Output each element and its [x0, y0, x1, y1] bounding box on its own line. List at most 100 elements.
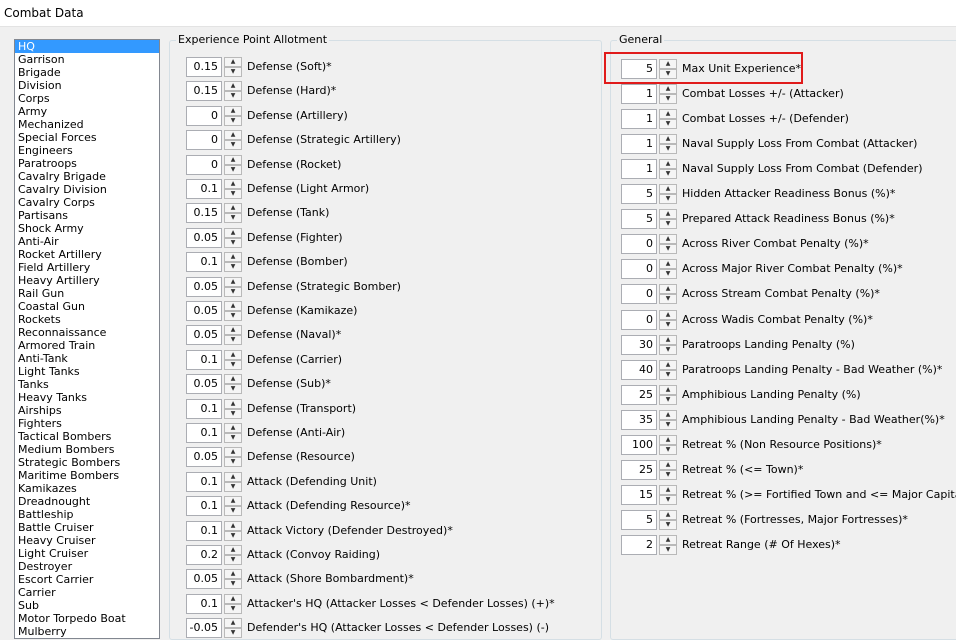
unit-list-item[interactable]: Cavalry Corps [15, 196, 159, 209]
general-value-input[interactable]: 5 [621, 509, 657, 530]
caret-up-icon[interactable]: ▲ [224, 325, 242, 336]
general-value-input[interactable]: 5 [621, 184, 657, 205]
caret-up-icon[interactable]: ▲ [659, 84, 677, 95]
general-value-input[interactable]: 25 [621, 459, 657, 480]
caret-down-icon[interactable]: ▼ [659, 194, 677, 205]
unit-list-item[interactable]: Coastal Gun [15, 300, 159, 313]
caret-up-icon[interactable]: ▲ [224, 252, 242, 263]
unit-list-item[interactable]: Anti-Air [15, 235, 159, 248]
unit-list-item[interactable]: Brigade [15, 66, 159, 79]
general-value-input[interactable]: 1 [621, 109, 657, 130]
experience-value-input[interactable]: 0.1 [186, 179, 222, 199]
caret-up-icon[interactable]: ▲ [659, 159, 677, 170]
unit-list-item[interactable]: Light Tanks [15, 365, 159, 378]
caret-up-icon[interactable]: ▲ [224, 179, 242, 189]
unit-list-item[interactable]: Sub [15, 599, 159, 612]
caret-down-icon[interactable]: ▼ [659, 94, 677, 105]
unit-list-item[interactable]: Maritime Bombers [15, 469, 159, 482]
caret-up-icon[interactable]: ▲ [659, 209, 677, 220]
experience-value-input[interactable]: 0.15 [186, 203, 222, 224]
caret-up-icon[interactable]: ▲ [659, 509, 677, 520]
caret-up-icon[interactable]: ▲ [659, 459, 677, 470]
experience-value-input[interactable]: 0.1 [186, 349, 222, 370]
caret-down-icon[interactable]: ▼ [659, 469, 677, 480]
general-value-input[interactable]: 0 [621, 284, 657, 305]
experience-value-input[interactable]: 0 [186, 130, 222, 151]
caret-down-icon[interactable]: ▼ [659, 344, 677, 355]
unit-list-item[interactable]: Carrier [15, 586, 159, 599]
caret-down-icon[interactable]: ▼ [659, 369, 677, 380]
general-value-input[interactable]: 30 [621, 334, 657, 355]
unit-list-item[interactable]: Battleship [15, 508, 159, 521]
unit-list-item[interactable]: Division [15, 79, 159, 92]
caret-up-icon[interactable]: ▲ [659, 309, 677, 320]
caret-up-icon[interactable]: ▲ [659, 484, 677, 495]
caret-down-icon[interactable]: ▼ [659, 494, 677, 505]
unit-list-item[interactable]: Partisans [15, 209, 159, 222]
general-value-input[interactable]: 1 [621, 84, 657, 105]
caret-up-icon[interactable]: ▲ [224, 57, 242, 67]
caret-up-icon[interactable]: ▲ [224, 423, 242, 433]
general-value-input[interactable]: 1 [621, 134, 657, 155]
caret-up-icon[interactable]: ▲ [659, 234, 677, 245]
caret-up-icon[interactable]: ▲ [224, 447, 242, 458]
unit-list-item[interactable]: Garrison [15, 53, 159, 66]
caret-down-icon[interactable]: ▼ [224, 286, 242, 297]
caret-down-icon[interactable]: ▼ [224, 140, 242, 151]
caret-up-icon[interactable]: ▲ [659, 409, 677, 420]
caret-down-icon[interactable]: ▼ [224, 408, 242, 419]
general-value-input[interactable]: 40 [621, 359, 657, 380]
experience-value-input[interactable]: 0.15 [186, 57, 222, 77]
general-value-input[interactable]: 5 [621, 59, 657, 79]
caret-down-icon[interactable]: ▼ [224, 115, 242, 126]
caret-down-icon[interactable]: ▼ [224, 433, 242, 443]
caret-up-icon[interactable]: ▲ [224, 81, 242, 92]
unit-list-item[interactable]: Paratroops [15, 157, 159, 170]
caret-up-icon[interactable]: ▲ [659, 109, 677, 120]
caret-down-icon[interactable]: ▼ [659, 519, 677, 530]
experience-value-input[interactable]: -0.05 [186, 618, 222, 639]
experience-value-input[interactable]: 0 [186, 154, 222, 175]
general-value-input[interactable]: 35 [621, 409, 657, 430]
unit-list-item[interactable]: Rail Gun [15, 287, 159, 300]
caret-up-icon[interactable]: ▲ [659, 434, 677, 445]
experience-value-input[interactable]: 0.1 [186, 496, 222, 517]
experience-value-input[interactable]: 0.15 [186, 81, 222, 102]
caret-up-icon[interactable]: ▲ [659, 284, 677, 295]
experience-value-input[interactable]: 0.1 [186, 471, 222, 492]
caret-down-icon[interactable]: ▼ [224, 555, 242, 565]
unit-list-item[interactable]: Destroyer [15, 560, 159, 573]
unit-list-item[interactable]: Engineers [15, 144, 159, 157]
caret-down-icon[interactable]: ▼ [659, 394, 677, 405]
experience-value-input[interactable]: 0 [186, 105, 222, 126]
caret-down-icon[interactable]: ▼ [224, 311, 242, 321]
unit-list-item[interactable]: Tactical Bombers [15, 430, 159, 443]
caret-up-icon[interactable]: ▲ [224, 374, 242, 385]
experience-value-input[interactable]: 0.1 [186, 398, 222, 419]
caret-down-icon[interactable]: ▼ [224, 579, 242, 590]
caret-up-icon[interactable]: ▲ [659, 59, 677, 69]
caret-up-icon[interactable]: ▲ [224, 276, 242, 287]
caret-up-icon[interactable]: ▲ [224, 398, 242, 409]
experience-value-input[interactable]: 0.05 [186, 301, 222, 321]
caret-up-icon[interactable]: ▲ [224, 545, 242, 555]
caret-up-icon[interactable]: ▲ [224, 618, 242, 629]
caret-up-icon[interactable]: ▲ [659, 334, 677, 345]
general-value-input[interactable]: 1 [621, 159, 657, 180]
caret-up-icon[interactable]: ▲ [659, 184, 677, 195]
general-value-input[interactable]: 25 [621, 384, 657, 405]
caret-down-icon[interactable]: ▼ [659, 144, 677, 155]
unit-list-item[interactable]: Cavalry Brigade [15, 170, 159, 183]
caret-down-icon[interactable]: ▼ [224, 164, 242, 175]
caret-down-icon[interactable]: ▼ [659, 269, 677, 280]
caret-down-icon[interactable]: ▼ [224, 603, 242, 614]
caret-up-icon[interactable]: ▲ [659, 359, 677, 370]
caret-up-icon[interactable]: ▲ [224, 130, 242, 141]
caret-up-icon[interactable]: ▲ [659, 134, 677, 145]
unit-list-item[interactable]: Medium Bombers [15, 443, 159, 456]
unit-list-item[interactable]: Motor Torpedo Boat [15, 612, 159, 625]
caret-up-icon[interactable]: ▲ [224, 105, 242, 116]
unit-list-item[interactable]: Airships [15, 404, 159, 417]
general-value-input[interactable]: 0 [621, 259, 657, 280]
caret-down-icon[interactable]: ▼ [659, 219, 677, 230]
